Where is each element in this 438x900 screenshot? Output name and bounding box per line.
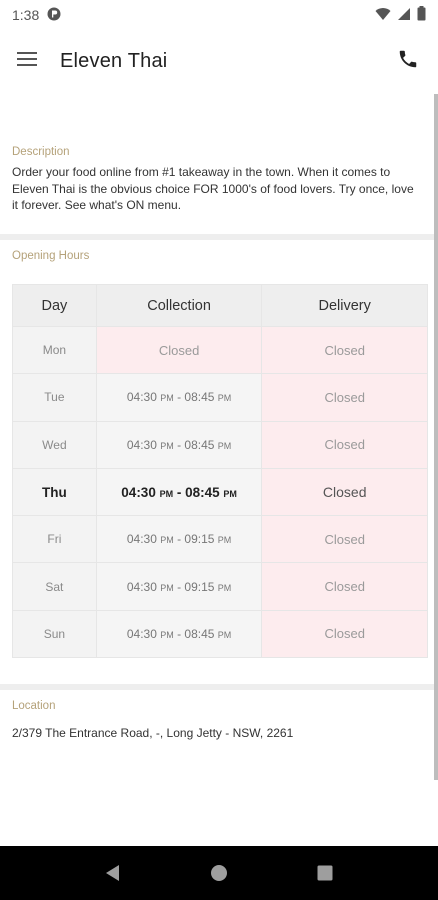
day-cell: Mon	[12, 325, 97, 375]
phone-icon	[397, 48, 419, 75]
time-separator: -	[173, 437, 185, 452]
notification-circle-icon	[47, 7, 61, 24]
collection-open-time: 04:30	[126, 390, 157, 405]
day-cell: Thu	[12, 467, 97, 517]
location-section: Location 2/379 The Entrance Road, -, Lon…	[0, 700, 434, 740]
divider	[0, 234, 434, 240]
opening-hours-section: Opening Hours	[0, 250, 434, 262]
header-collection: Collection	[95, 284, 263, 327]
pm-label: PM	[160, 582, 174, 593]
location-address: 2/379 The Entrance Road, -, Long Jetty -…	[12, 726, 294, 740]
table-row: Wed 04:30 PM - 08:45 PM Closed	[12, 420, 428, 469]
time-separator: -	[173, 390, 185, 405]
day-cell: Sun	[12, 609, 97, 659]
table-header-row: Day Collection Delivery	[12, 284, 428, 327]
day-cell: Sat	[12, 562, 97, 611]
pm-label: PM	[160, 440, 174, 451]
pm-label: PM	[159, 488, 174, 499]
day-cell: Wed	[12, 420, 97, 469]
time-separator: -	[173, 626, 185, 641]
delivery-cell: Closed	[261, 420, 428, 469]
cell-signal-icon	[397, 7, 411, 24]
status-bar: 1:38	[0, 0, 438, 30]
pm-label: PM	[217, 629, 232, 640]
recents-button[interactable]	[305, 853, 345, 893]
collection-close-time: 09:15	[184, 579, 215, 594]
battery-icon	[417, 6, 426, 24]
scroll-indicator[interactable]	[434, 94, 438, 780]
table-row: Thu 04:30 PM - 08:45 PM Closed	[12, 467, 428, 517]
delivery-cell: Closed	[261, 373, 428, 422]
phone-button[interactable]	[394, 47, 422, 75]
header-day: Day	[12, 284, 97, 327]
pm-label: PM	[160, 393, 174, 404]
collection-cell: 04:30 PM - 08:45 PM	[95, 373, 263, 422]
pm-label: PM	[160, 535, 174, 546]
pm-label: PM	[160, 629, 174, 640]
table-row: Tue 04:30 PM - 08:45 PM Closed	[12, 373, 428, 422]
opening-hours-body: Mon Closed Closed Tue 04:30 PM - 08:45 PM Clo…	[12, 325, 428, 659]
collection-close-time: 08:45	[185, 484, 220, 500]
delivery-cell: Closed	[261, 325, 428, 375]
collection-open-time: 04:30	[126, 437, 157, 452]
page-title: Eleven Thai	[60, 49, 168, 72]
wifi-icon	[375, 7, 391, 24]
collection-close-time: 08:45	[184, 626, 215, 641]
collection-cell: 04:30 PM - 08:45 PM	[95, 420, 263, 469]
collection-cell: 04:30 PM - 09:15 PM	[95, 515, 263, 564]
delivery-cell: Closed	[261, 515, 428, 564]
table-row: Mon Closed Closed	[12, 325, 428, 375]
app-bar: Eleven Thai	[0, 30, 438, 92]
collection-cell: 04:30 PM - 08:45 PM	[95, 609, 263, 659]
collection-open-time: 04:30	[126, 626, 157, 641]
day-cell: Tue	[12, 373, 97, 422]
header-delivery: Delivery	[261, 284, 428, 327]
pm-label: PM	[217, 393, 232, 404]
pm-label: PM	[217, 582, 232, 593]
collection-close-time: 08:45	[184, 390, 215, 405]
collection-close-time: 08:45	[184, 437, 215, 452]
collection-open-time: 04:30	[126, 532, 157, 547]
pm-label: PM	[217, 440, 232, 451]
status-time: 1:38	[12, 7, 40, 23]
back-button[interactable]	[93, 853, 133, 893]
menu-icon[interactable]	[16, 51, 38, 72]
home-button[interactable]	[199, 853, 239, 893]
collection-cell: 04:30 PM - 09:15 PM	[95, 562, 263, 611]
collection-cell: 04:30 PM - 08:45 PM	[95, 467, 263, 517]
time-separator: -	[173, 484, 186, 500]
collection-cell: Closed	[95, 325, 263, 375]
table-row: Sat 04:30 PM - 09:15 PM Closed	[12, 562, 428, 611]
divider	[0, 684, 434, 690]
collection-open-time: 04:30	[126, 579, 157, 594]
delivery-cell: Closed	[261, 562, 428, 611]
recents-square-icon	[317, 865, 333, 881]
collection-close-time: 09:15	[184, 532, 215, 547]
time-separator: -	[173, 532, 185, 547]
opening-hours-table: Day Collection Delivery Mon Closed Closed T…	[12, 284, 428, 659]
home-circle-icon	[211, 865, 227, 881]
table-row: Fri 04:30 PM - 09:15 PM Closed	[12, 515, 428, 564]
pm-label: PM	[217, 535, 232, 546]
collection-open-time: 04:30	[121, 484, 156, 500]
system-nav-bar	[0, 846, 438, 900]
day-cell: Fri	[12, 515, 97, 564]
description-section: Description Order your food online from …	[0, 146, 434, 214]
location-label: Location	[12, 700, 56, 712]
description-label: Description	[12, 146, 70, 158]
delivery-cell: Closed	[261, 467, 428, 517]
description-text: Order your food online from #1 takeaway …	[12, 165, 414, 212]
back-triangle-icon	[106, 865, 119, 881]
pm-label: PM	[223, 488, 237, 499]
time-separator: -	[173, 579, 185, 594]
opening-hours-label: Opening Hours	[12, 250, 90, 262]
table-row: Sun 04:30 PM - 08:45 PM Closed	[12, 609, 428, 659]
delivery-cell: Closed	[261, 609, 428, 659]
